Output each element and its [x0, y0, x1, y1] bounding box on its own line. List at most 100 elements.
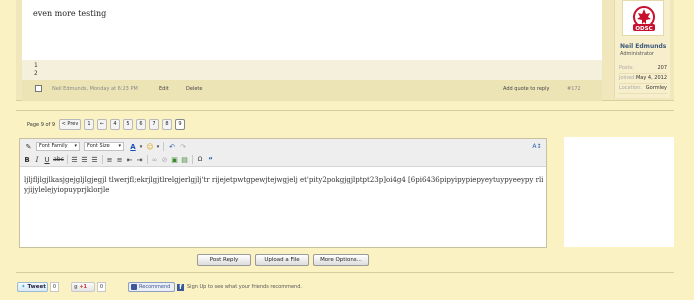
- page-label: Page 9 of 9: [27, 122, 56, 128]
- stat-label: Location:: [619, 85, 642, 91]
- message-content: even more testing: [22, 0, 602, 60]
- toolbar-separator: [147, 155, 148, 164]
- author-name[interactable]: Neil Edmunds: [620, 43, 666, 50]
- post-number-link[interactable]: #172: [567, 86, 581, 92]
- toolbar-separator: [102, 155, 103, 164]
- font-family-select[interactable]: Font Family ▾: [36, 142, 80, 151]
- smilie-icon[interactable]: ☺: [145, 142, 155, 152]
- redo-icon[interactable]: ↷: [178, 142, 188, 152]
- page-button-7[interactable]: 7: [149, 119, 159, 130]
- stat-joined: Joined: May 4, 2012: [619, 75, 667, 84]
- align-center-icon[interactable]: ☰: [80, 155, 89, 165]
- avatar[interactable]: ODSC: [622, 0, 664, 36]
- stat-label: Posts:: [619, 65, 634, 71]
- font-size-value: Font Size: [87, 143, 110, 149]
- google-plus-button[interactable]: g +1: [71, 282, 95, 292]
- google-plus-icon: g: [74, 284, 78, 290]
- bullet-list-icon[interactable]: ≡: [105, 155, 114, 165]
- strikethrough-icon[interactable]: abc: [53, 155, 64, 165]
- twitter-bird-icon: ✦: [21, 284, 26, 290]
- text-color-icon[interactable]: A: [128, 142, 138, 152]
- page-button-4[interactable]: 4: [110, 119, 120, 130]
- toolbar-row-1: ✎ Font Family ▾ Font Size ▾ A ▾ ☺ ▾ ↶ ↷ …: [20, 140, 546, 153]
- post-message: even more testing 1 2 Neil Edmunds, Mond…: [16, 0, 674, 101]
- quote-icon[interactable]: “: [206, 155, 215, 165]
- align-left-icon[interactable]: ☰: [70, 155, 79, 165]
- stat-value: 207: [657, 65, 667, 71]
- page-button-8[interactable]: 8: [162, 119, 172, 130]
- code-line-number: 1: [34, 62, 38, 69]
- signup-label: Sign Up to see what your friends recomme…: [187, 284, 302, 290]
- page-jump-button[interactable]: ←: [97, 119, 107, 130]
- chevron-down-icon[interactable]: ▾: [155, 142, 161, 152]
- stat-location: Location: Gormley: [619, 85, 667, 94]
- author-sidebar: ODSC Neil Edmunds Administrator Posts: 2…: [614, 0, 670, 98]
- facebook-icon: f: [177, 284, 184, 291]
- facebook-recommend-button[interactable]: Recommend: [128, 282, 175, 292]
- google-plus-count: 0: [97, 282, 106, 292]
- font-size-select[interactable]: Font Size ▾: [84, 142, 124, 151]
- unlink-icon[interactable]: ⊘: [160, 155, 169, 165]
- toolbar-row-2: B I U abc ☰ ☰ ☰ ≡ ≡ ⇤ ⇥ ∞ ⊘ ▣ ▤ Ω “: [20, 154, 546, 167]
- code-icon[interactable]: Ω: [195, 155, 205, 165]
- media-icon[interactable]: ▤: [180, 155, 189, 165]
- numbered-list-icon[interactable]: ≡: [115, 155, 124, 165]
- chevron-down-icon: ▾: [118, 143, 121, 149]
- stat-label: Joined:: [619, 75, 637, 81]
- page-button-9-current[interactable]: 9: [175, 119, 185, 130]
- add-quote-link[interactable]: Add quote to reply: [503, 86, 549, 92]
- italic-icon[interactable]: I: [33, 155, 41, 165]
- social-share-bar: ✦ Tweet 0 g +1 0 Recommend f Sign Up to …: [0, 282, 694, 292]
- stat-posts: Posts: 207: [619, 65, 667, 74]
- more-options-button[interactable]: More Options...: [313, 254, 369, 266]
- prev-page-button[interactable]: < Prev: [59, 119, 81, 130]
- page-button-5[interactable]: 5: [123, 119, 133, 130]
- undo-icon[interactable]: ↶: [167, 142, 177, 152]
- toolbar-separator: [192, 155, 193, 164]
- chevron-down-icon: ▾: [74, 143, 77, 149]
- divider: [16, 110, 674, 111]
- tweet-label: Tweet: [27, 284, 46, 290]
- chevron-down-icon[interactable]: ▾: [138, 142, 144, 152]
- outdent-icon[interactable]: ⇤: [125, 155, 134, 165]
- edit-link[interactable]: Edit: [159, 86, 169, 92]
- post-body: even more testing 1 2 Neil Edmunds, Mond…: [22, 0, 602, 101]
- link-icon[interactable]: ∞: [150, 155, 159, 165]
- tweet-count: 0: [50, 282, 59, 292]
- align-right-icon[interactable]: ☰: [90, 155, 99, 165]
- image-icon[interactable]: ▣: [170, 155, 179, 165]
- reply-editor[interactable]: ✎ Font Family ▾ Font Size ▾ A ▾ ☺ ▾ ↶ ↷ …: [19, 138, 547, 248]
- avatar-logo-text: ODSC: [635, 26, 652, 32]
- post-meta-bar: Neil Edmunds, Monday at 6:23 PM Edit Del…: [22, 82, 602, 98]
- odsc-logo-icon: ODSC: [633, 6, 655, 32]
- toggle-source-icon[interactable]: A↕: [532, 142, 542, 152]
- upload-file-button[interactable]: Upload a File: [255, 254, 309, 266]
- select-post-checkbox[interactable]: [35, 85, 42, 92]
- message-text: even more testing: [33, 9, 107, 18]
- code-line-number: 2: [34, 70, 38, 77]
- sidebar-ad-box: [564, 137, 674, 247]
- thumbs-up-icon: [131, 284, 137, 290]
- editor-toolbar: ✎ Font Family ▾ Font Size ▾ A ▾ ☺ ▾ ↶ ↷ …: [20, 139, 546, 167]
- facebook-signup-text[interactable]: f Sign Up to see what your friends recom…: [177, 284, 302, 291]
- google-plus-label: +1: [79, 284, 88, 290]
- indent-icon[interactable]: ⇥: [135, 155, 144, 165]
- underline-icon[interactable]: U: [43, 155, 51, 165]
- bold-icon[interactable]: B: [23, 155, 31, 165]
- page-button-6[interactable]: 6: [136, 119, 146, 130]
- delete-link[interactable]: Delete: [186, 86, 202, 92]
- code-block: 1 2: [22, 60, 602, 80]
- stat-value: Gormley: [645, 85, 667, 91]
- recommend-label: Recommend: [139, 284, 171, 290]
- stat-value: May 4, 2012: [635, 75, 667, 81]
- post-reply-button[interactable]: Post Reply: [197, 254, 251, 266]
- tweet-button[interactable]: ✦ Tweet: [17, 282, 48, 292]
- remove-format-icon[interactable]: ✎: [24, 142, 33, 152]
- author-role: Administrator: [620, 51, 655, 57]
- toolbar-separator: [163, 142, 164, 151]
- editor-content[interactable]: ljljfljlgjlkasjgejgljlgjegjl tlwerjfl;ek…: [24, 175, 544, 195]
- page-button-1[interactable]: 1: [84, 119, 94, 130]
- divider: [16, 272, 674, 273]
- post-author-time[interactable]: Neil Edmunds, Monday at 6:23 PM: [52, 86, 138, 92]
- font-family-value: Font Family: [39, 143, 68, 149]
